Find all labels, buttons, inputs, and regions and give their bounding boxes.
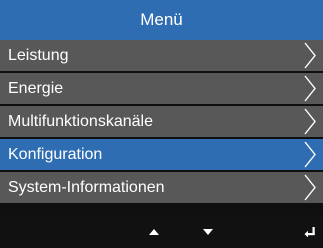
menu-item-konfiguration[interactable]: Konfiguration bbox=[0, 139, 323, 170]
menu-title: Menü bbox=[140, 10, 183, 29]
menu-item-label: Multifunktionskanäle bbox=[8, 112, 153, 130]
menu-item-label: Konfiguration bbox=[8, 145, 103, 163]
menu-title-bar: Menü bbox=[0, 0, 323, 40]
enter-return-icon bbox=[304, 226, 316, 238]
menu-item-energie[interactable]: Energie bbox=[0, 73, 323, 104]
device-screen: Menü Leistung Energie Multifunktionskanä… bbox=[0, 0, 323, 248]
menu-item-system-informationen[interactable]: System-Informationen bbox=[0, 172, 323, 203]
menu-item-label: Leistung bbox=[8, 46, 69, 64]
up-button[interactable] bbox=[138, 215, 170, 248]
arrow-down-icon bbox=[202, 228, 214, 236]
enter-button[interactable] bbox=[296, 215, 323, 248]
menu-item-leistung[interactable]: Leistung bbox=[0, 40, 323, 71]
arrow-up-icon bbox=[148, 228, 160, 236]
menu-item-label: Energie bbox=[8, 79, 64, 97]
menu-item-label: System-Informationen bbox=[8, 178, 165, 196]
chevron-right-icon bbox=[303, 75, 317, 102]
down-button[interactable] bbox=[192, 215, 224, 248]
chevron-right-icon bbox=[303, 42, 317, 69]
menu-list: Leistung Energie Multifunktionskanäle Ko… bbox=[0, 40, 323, 205]
chevron-right-icon bbox=[303, 108, 317, 135]
softkey-bar bbox=[0, 215, 323, 248]
chevron-right-icon bbox=[303, 174, 317, 201]
chevron-right-icon bbox=[303, 141, 317, 168]
menu-item-multifunktionskanaele[interactable]: Multifunktionskanäle bbox=[0, 106, 323, 137]
